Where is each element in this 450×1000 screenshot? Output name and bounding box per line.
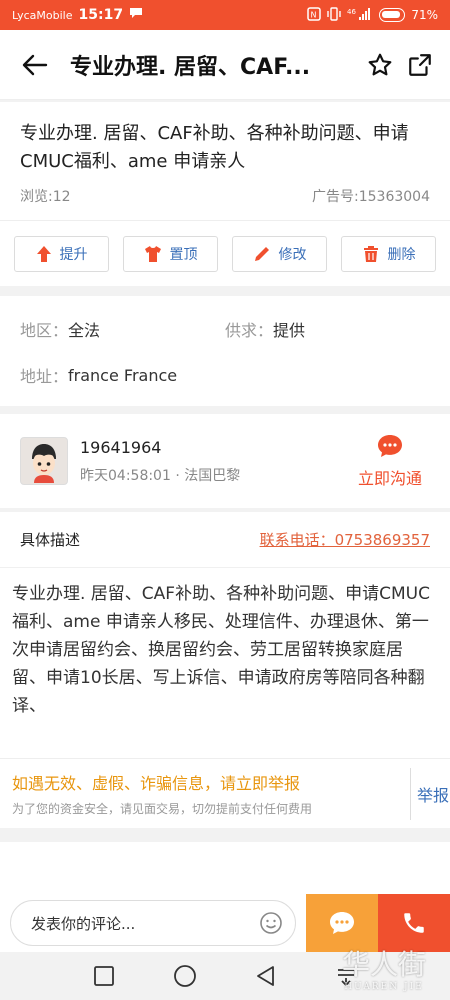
signal-icon: 46 [347,7,373,24]
description-card: 具体描述 联系电话：0753869357 专业办理. 居留、CAF补助、各种补助… [0,512,450,828]
publisher-name: 19641964 [80,437,162,457]
description-header: 具体描述 联系电话：0753869357 [0,512,450,568]
promote-label: 提升 [59,246,88,263]
supply-label: 供求： [225,321,274,340]
vibrate-icon [327,6,342,24]
trash-icon [363,245,378,262]
star-icon [368,53,392,75]
share-button[interactable] [400,30,440,100]
nfc-icon: N [307,6,322,24]
call-button[interactable] [378,894,450,952]
region-value: 全法 [68,321,101,340]
comment-input[interactable]: 发表你的评论... [10,900,296,946]
post-title: 专业办理. 居留、CAF补助、各种补助问题、申请 CMUC福利、ame 申请亲人 [20,123,409,172]
bottom-bar: 发表你的评论... [0,894,450,952]
contact-now-button[interactable]: 立即沟通 [350,433,430,489]
clock: 15:17 [78,7,124,23]
address-label: 地址： [20,367,69,386]
back-nav-icon[interactable] [255,965,277,987]
chat-bubble-icon [378,435,402,457]
arrow-up-icon [36,245,51,262]
promote-button[interactable]: 提升 [14,235,109,272]
report-warning: 如遇无效、虚假、诈骗信息，请立即举报 [12,774,301,793]
avatar[interactable] [20,437,68,485]
pin-top-button[interactable]: 置顶 [123,235,218,272]
report-button[interactable]: 举报 [410,767,450,820]
address-value: france France [68,365,178,385]
contact-now-label: 立即沟通 [357,469,422,488]
supply-value: 提供 [273,321,306,340]
notification-icon [129,7,143,23]
description-body: 专业办理. 居留、CAF补助、各种补助问题、申请CMUC福利、ame 申请亲人移… [12,584,430,716]
arrow-left-icon [22,54,48,75]
pin-top-label: 置顶 [169,246,198,263]
contact-phone-link[interactable]: 联系电话：0753869357 [260,529,430,550]
publish-time-location: 昨天04:58:01 · 法国巴黎 [80,467,241,484]
post-card: 专业办理. 居留、CAF补助、各种补助问题、申请 CMUC福利、ame 申请亲人… [0,102,450,286]
battery-saver-icon [379,8,406,22]
chat-button[interactable] [306,894,378,952]
comment-placeholder: 发表你的评论... [31,914,136,933]
battery-percent: 71% [411,8,438,22]
shirt-icon [144,245,161,262]
edit-label: 修改 [278,246,307,263]
edit-button[interactable]: 修改 [232,235,327,272]
back-button[interactable] [0,30,70,100]
info-row-region: 地区： 全法 供求： 提供 [0,306,450,352]
info-row-address: 地址： france France [0,352,450,398]
ad-number: 广告号:15363004 [312,189,430,205]
share-icon [409,53,431,76]
recents-icon[interactable] [93,965,115,987]
info-card: 地区： 全法 供求： 提供 地址： france France [0,296,450,406]
svg-text:46: 46 [347,8,356,16]
region-label: 地区： [20,321,69,340]
post-meta: 浏览:12 广告号:15363004 [0,176,450,210]
delete-button[interactable]: 删除 [341,235,436,272]
safety-tip: 为了您的资金安全，请见面交易，切勿提前支付任何费用 [12,802,313,816]
home-icon[interactable] [173,964,197,988]
phone-icon [404,913,424,933]
description-label: 具体描述 [20,531,81,549]
carrier-label: LycaMobile [12,8,73,22]
publisher-card: 19641964 昨天04:58:01 · 法国巴黎 立即沟通 [0,414,450,508]
action-bar: 提升 置顶 修改 删除 [0,220,450,286]
watermark-logo: 华人街 HUAREN JIE [341,948,426,992]
app-header: 专业办理. 居留、CAF... [0,30,450,100]
message-icon [330,912,354,934]
favorite-button[interactable] [360,30,400,100]
delete-label: 删除 [387,246,416,263]
page-title: 专业办理. 居留、CAF... [70,54,311,80]
pencil-icon [254,246,269,261]
spacer-card [0,842,450,894]
emoji-icon[interactable] [259,911,283,935]
status-bar: LycaMobile 15:17 N 46 71% [0,0,450,30]
svg-text:N: N [311,10,317,19]
report-section: 如遇无效、虚假、诈骗信息，请立即举报 为了您的资金安全，请见面交易，切勿提前支付… [0,758,450,828]
view-count: 浏览:12 [20,189,71,205]
